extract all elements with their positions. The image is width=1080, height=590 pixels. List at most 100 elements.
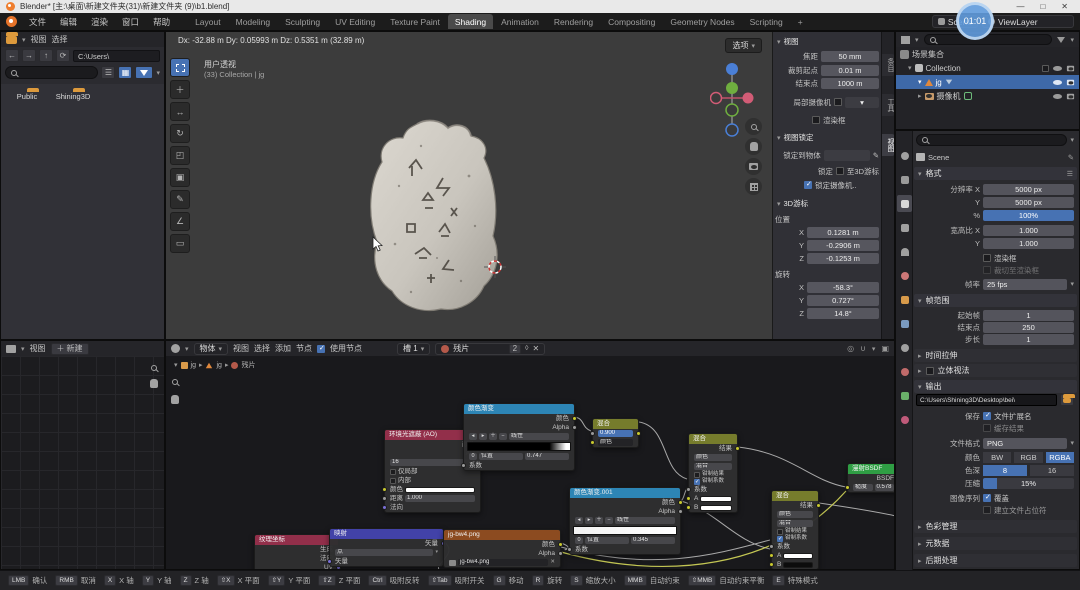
- rot-z-field[interactable]: 14.8°: [807, 308, 879, 319]
- tab-layout[interactable]: Layout: [188, 14, 228, 29]
- rot-y-field[interactable]: 0.727°: [807, 295, 879, 306]
- editor-type-chevron-icon[interactable]: ▾: [22, 36, 26, 44]
- color-input-field[interactable]: 颜色: [598, 439, 633, 446]
- stop-position-field[interactable]: 0.345: [631, 537, 675, 544]
- node-title[interactable]: 纹理坐标: [255, 535, 338, 545]
- eyedropper-icon[interactable]: ✎: [1068, 153, 1074, 162]
- color-ramp-gradient[interactable]: [573, 526, 677, 535]
- output-socket[interactable]: [678, 500, 683, 505]
- interpolation-dropdown[interactable]: 线性: [509, 433, 569, 440]
- refresh-button[interactable]: ⟳: [56, 49, 70, 62]
- next-stop-button[interactable]: ▸: [585, 517, 593, 524]
- filter-button[interactable]: [135, 66, 153, 79]
- input-socket[interactable]: [769, 553, 774, 558]
- tab-tool-properties[interactable]: [897, 147, 912, 164]
- output-path-field[interactable]: C:\Users\Shining3D\Desktop\bei\: [916, 394, 1057, 406]
- disable-render-icon[interactable]: [1067, 79, 1074, 85]
- tool-transform[interactable]: ▣: [170, 168, 190, 187]
- tab-item[interactable]: 条目: [882, 54, 895, 76]
- output-socket[interactable]: [558, 542, 563, 547]
- render-region-checkbox[interactable]: [812, 116, 820, 124]
- folder-shining3d[interactable]: Shining3D: [51, 92, 95, 101]
- lock-to-cursor-checkbox[interactable]: [836, 167, 844, 175]
- image-name-field[interactable]: jg-bw4.png: [458, 559, 548, 566]
- scanned-artifact-object[interactable]: [351, 116, 516, 316]
- tab-physics-properties[interactable]: [897, 363, 912, 380]
- display-list-button[interactable]: ☰: [101, 66, 115, 79]
- color-bw-button[interactable]: BW: [983, 452, 1011, 463]
- hide-eye-icon[interactable]: [1053, 66, 1062, 71]
- fac-slider[interactable]: 0.900: [598, 430, 633, 437]
- disable-render-icon[interactable]: [1067, 65, 1074, 71]
- browse-folder-button[interactable]: [1060, 394, 1074, 406]
- stop-index-field[interactable]: 0: [575, 537, 583, 544]
- tab-texture-paint[interactable]: Texture Paint: [383, 14, 447, 29]
- tab-uv-editing[interactable]: UV Editing: [328, 14, 382, 29]
- placeholders-checkbox[interactable]: [983, 506, 991, 514]
- expand-chevron-icon[interactable]: ▸: [918, 92, 922, 100]
- tab-object-properties[interactable]: [897, 291, 912, 308]
- rot-x-field[interactable]: -58.3°: [807, 282, 879, 293]
- tab-particle-properties[interactable]: [897, 339, 912, 356]
- tab-sculpting[interactable]: Sculpting: [278, 14, 327, 29]
- section-post-processing[interactable]: ▸后期处理: [914, 554, 1077, 567]
- hide-eye-icon[interactable]: [1053, 94, 1062, 99]
- tab-geometry-nodes[interactable]: Geometry Nodes: [663, 14, 741, 29]
- cursor-x-field[interactable]: 0.1281 m: [807, 227, 879, 238]
- depth-16-button[interactable]: 16: [1030, 465, 1074, 476]
- zoom-icon[interactable]: [151, 365, 157, 371]
- view-layer-selector[interactable]: ViewLayer: [982, 15, 1074, 28]
- properties-search-input[interactable]: [916, 134, 1067, 146]
- input-socket[interactable]: [382, 496, 387, 501]
- expand-chevron-icon[interactable]: ▾: [908, 64, 912, 72]
- color-rgb-button[interactable]: RGB: [1014, 452, 1042, 463]
- expand-chevron-icon[interactable]: ▾: [918, 78, 922, 86]
- frame-start-field[interactable]: 1: [983, 310, 1074, 321]
- frame-end-field[interactable]: 250: [983, 322, 1074, 333]
- color-b-swatch[interactable]: [700, 505, 732, 511]
- blend-mode-dropdown[interactable]: 混合: [777, 520, 813, 527]
- node-title[interactable]: jg-bw4.png: [444, 530, 560, 540]
- tab-output-properties[interactable]: [897, 195, 912, 212]
- output-socket[interactable]: [572, 425, 577, 430]
- maximize-button[interactable]: □: [1040, 2, 1045, 11]
- disable-render-icon[interactable]: [1067, 93, 1074, 99]
- eyedropper-icon[interactable]: ✎: [873, 151, 879, 160]
- input-socket[interactable]: [769, 562, 774, 567]
- input-socket[interactable]: [382, 487, 387, 492]
- menu-help[interactable]: 帮助: [147, 14, 176, 30]
- node-title[interactable]: 混合: [593, 419, 638, 429]
- axis-y-negative[interactable]: [726, 104, 738, 116]
- axis-y-positive[interactable]: [726, 82, 738, 94]
- prev-stop-button[interactable]: ◂: [575, 517, 583, 524]
- stop-position-field[interactable]: 0.747: [525, 453, 569, 460]
- focal-length-field[interactable]: 50 mm: [821, 51, 879, 62]
- tab-tool[interactable]: 工具: [882, 94, 895, 116]
- editor-type-chevron-icon[interactable]: ▾: [21, 345, 25, 353]
- node-mix-2[interactable]: 混合 结果 颜色 混合 钳制结果 钳制系数 系数 A B: [771, 490, 819, 570]
- lock-object-field[interactable]: [824, 150, 870, 161]
- section-stereoscopy[interactable]: ▸立体视法: [914, 364, 1077, 377]
- exclude-checkbox[interactable]: [1042, 65, 1049, 72]
- node-diffuse-bsdf[interactable]: 漫射BSDF BSDF 糙度0.578: [847, 463, 895, 493]
- node-image-texture[interactable]: jg-bw4.png 颜色 Alpha jg-bw4.png✕: [443, 529, 561, 568]
- filter-funnel-icon[interactable]: [1057, 37, 1065, 43]
- section-view[interactable]: ▾视图: [777, 36, 799, 47]
- tab-render-properties[interactable]: [897, 171, 912, 188]
- section-metadata[interactable]: ▸元数据: [914, 537, 1077, 550]
- node-mix-small[interactable]: 混合 0.900 颜色: [592, 418, 639, 448]
- tool-add-cube[interactable]: ▭: [170, 234, 190, 253]
- folder-public[interactable]: Public: [5, 92, 49, 101]
- input-socket[interactable]: [461, 463, 466, 468]
- tab-world-properties[interactable]: [897, 267, 912, 284]
- back-button[interactable]: ←: [5, 49, 19, 62]
- close-button[interactable]: ✕: [1061, 2, 1068, 11]
- file-search-input[interactable]: [5, 66, 98, 79]
- tool-rotate[interactable]: ↻: [170, 124, 190, 143]
- node-title[interactable]: 映射: [330, 529, 443, 539]
- title-bar[interactable]: Blender* [主:\桌面\新建文件夹(31)\新建文件夹 (9)\b1.b…: [0, 0, 1080, 13]
- file-browser-icon[interactable]: [6, 36, 17, 44]
- compression-slider[interactable]: 15%: [983, 478, 1074, 489]
- only-local-checkbox[interactable]: [390, 469, 396, 475]
- aspect-y-field[interactable]: 1.000: [983, 238, 1074, 249]
